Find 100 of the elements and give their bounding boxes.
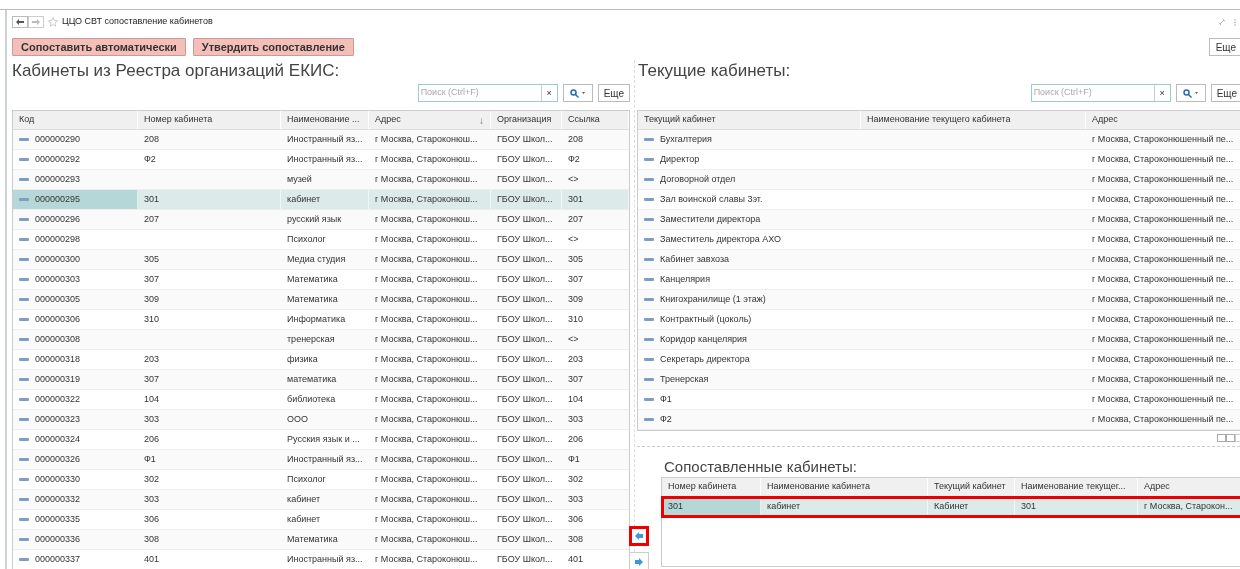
item-icon [19,338,29,341]
item-icon [644,298,654,301]
table-row[interactable]: Заместители директора г Москва, Староконюшенный пе... [638,210,1240,230]
column-header[interactable]: Текущий кабинет [638,111,861,129]
table-cell-text: ГБОУ Школ... [497,192,553,206]
arrow-button[interactable] [629,526,649,546]
table-cell-text: Контрактный (цоколь) [660,312,752,326]
table-cell-text: г Москва, Староконюшенный пе... [1092,172,1234,186]
table-cell-text: 000000323 [35,412,81,426]
column-header[interactable]: Адрес [375,113,401,127]
more-button[interactable]: Еще [1210,84,1240,102]
table-cell-text: Договорной отдел [660,172,736,186]
table-cell-text: Зал воинской славы 3эт. [660,192,763,206]
table-cell-text: 203 [144,352,160,366]
table-cell-text: тренерская [287,332,335,346]
table-cell-text: г Москва, Староконюшенный пе... [1092,272,1234,286]
table-cell-text: г Москва, Старокон... [1144,499,1233,513]
table-cell-text: г Москва, Староконюшенный пе... [1092,392,1234,406]
table-cell-text: Ф2 [660,412,672,426]
item-icon [19,158,29,161]
star-icon[interactable] [48,17,58,27]
right-arrow-icon [32,19,40,25]
table-cell-text: 000000293 [35,172,81,186]
table-row[interactable]: 000000293 музей г Москва, Староконюш... ГБОУ Школ... <> [13,170,629,190]
table-row[interactable]: 000000319 307 математика г Москва, Староконюш... ГБОУ Школ... 307 [13,370,629,390]
more-button[interactable]: Еще [597,84,630,102]
table-row[interactable]: 000000332 303 кабинет г Москва, Староконюш... ГБОУ Школ... 303 [13,490,629,510]
table-cell-text: кабинет [287,192,321,206]
search-button[interactable] [1175,84,1206,102]
table-row[interactable]: Бухгалтерия г Москва, Староконюшенный пе... [638,130,1240,150]
toolbar-button[interactable]: Сопоставить автоматически [12,38,186,56]
table-cell-text: 306 [144,512,160,526]
column-header[interactable]: Номер кабинета [138,111,281,129]
table-cell-text: Канцелярия [660,272,710,286]
column-header[interactable]: Код [13,111,138,129]
search-button[interactable] [562,84,593,102]
search-field[interactable]: Поиск (Ctrl+F) × [1030,84,1171,102]
table-row[interactable]: Кабинет завхоза г Москва, Староконюшенный пе... [638,250,1240,270]
table-cell-text: <> [568,332,579,346]
table-cell-text: Коридор канцелярия [660,332,747,346]
clear-button[interactable]: × [1153,85,1170,101]
table-row[interactable]: 000000295 301 кабинет г Москва, Староконюш... ГБОУ Школ... 301 [13,190,629,210]
item-icon [19,538,29,541]
search-icon [1183,88,1193,98]
table-cell-text: г Москва, Староконюш... [375,232,478,246]
item-icon [19,138,29,141]
item-icon [644,198,654,201]
table-cell-text: 206 [568,432,584,446]
scroll-top-button[interactable] [1217,434,1226,442]
table-cell-text: г Москва, Староконюшенный пе... [1092,332,1234,346]
back-button[interactable] [12,16,28,28]
more-button[interactable]: Еще [1208,38,1240,56]
column-header[interactable]: Ссылка [562,111,629,129]
item-icon [19,438,29,441]
column-header[interactable]: Адрес [1086,111,1240,129]
column-header[interactable]: Организация [491,111,562,129]
link-icon[interactable] [1218,18,1226,26]
table-row[interactable]: Коридор канцелярия г Москва, Староконюшенный пе... [638,330,1240,350]
table-cell-text: г Москва, Староконюш... [375,152,478,166]
table-row[interactable]: 000000296 207 русский язык г Москва, Староконюш... ГБОУ Школ... 207 [13,210,629,230]
table-row[interactable]: 000000336 308 Математика г Москва, Староконюш... ГБОУ Школ... 308 [13,530,629,550]
item-icon [19,478,29,481]
arrow-button[interactable] [629,552,649,569]
toolbar-button[interactable]: Утвердить сопоставление [192,38,354,56]
table-row[interactable]: Договорной отдел г Москва, Староконюшенный пе... [638,170,1240,190]
column-header[interactable]: Наименование ... [281,111,369,129]
table-row[interactable]: Тренерская г Москва, Староконюшенный пе... [638,370,1240,390]
sort-indicator: ↓ [479,113,484,128]
table-cell-text: г Москва, Староконюш... [375,212,478,226]
table-row[interactable]: 000000323 303 ООО г Москва, Староконюш... ГБОУ Школ... 303 [13,410,629,430]
table-row[interactable]: 000000308 тренерская г Москва, Староконюш... ГБОУ Школ... <> [13,330,629,350]
table-cell-text: 308 [568,532,584,546]
table-cell-text: 207 [568,212,584,226]
scroll-up-button[interactable] [1226,434,1235,442]
item-icon [19,218,29,221]
table-cell-text: 301 [144,192,160,206]
table-row[interactable]: 301 кабинет Кабинет 301 г Москва, Старокон... [662,497,1240,517]
table-row[interactable]: Книгохранилище (1 этаж) г Москва, Староконюшенный пе... [638,290,1240,310]
table-cell-text: 000000326 [35,452,81,466]
table-row[interactable]: Ф2 г Москва, Староконюшенный пе... [638,410,1240,430]
clear-button[interactable]: × [540,85,557,101]
table-row[interactable]: 000000326 Ф1 Иностранный яз... г Москва, Староконюш... ГБОУ Школ... Ф1 [13,450,629,470]
item-icon [19,558,29,561]
search-field[interactable]: Поиск (Ctrl+F) × [417,84,558,102]
table-cell-text: Ф1 [660,392,672,406]
table-row[interactable]: 000000305 309 Математика г Москва, Староконюш... ГБОУ Школ... 309 [13,290,629,310]
table-cell-text: Психолог [287,472,326,486]
table-cell-text: 401 [568,552,584,566]
caret-icon [582,92,586,94]
column-header[interactable]: Наименование текущего кабинета [861,111,1086,129]
table-cell-text: 000000335 [35,512,81,526]
table-row[interactable]: 000000290 208 Иностранный яз... г Москва, Староконюш... ГБОУ Школ... 208 [13,130,629,150]
table-row[interactable]: 000000300 305 Медиа студия г Москва, Староконюш... ГБОУ Школ... 305 [13,250,629,270]
table-cell-text: 000000332 [35,492,81,506]
table-cell-text: г Москва, Староконюш... [375,292,478,306]
table-cell-text: Иностранный яз... [287,132,363,146]
item-icon [644,218,654,221]
table-cell-text: Иностранный яз... [287,552,363,566]
table-cell-text: 000000292 [35,152,81,166]
table-cell-text: г Москва, Староконюшенный пе... [1092,232,1234,246]
